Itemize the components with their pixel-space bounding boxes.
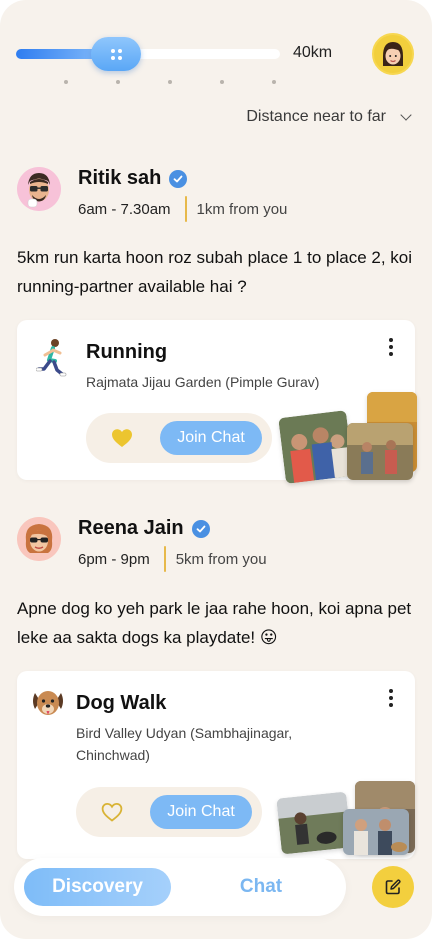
- profile-avatar[interactable]: [372, 33, 414, 75]
- slider-tick: [168, 80, 172, 84]
- activity-photo[interactable]: [276, 791, 352, 855]
- bottom-nav: Discovery Chat: [14, 858, 346, 916]
- slider-thumb[interactable]: [91, 37, 141, 71]
- join-chat-button[interactable]: Join Chat: [150, 795, 252, 829]
- compose-button[interactable]: [372, 866, 414, 908]
- activity-photo[interactable]: [278, 410, 354, 484]
- action-pill: Join Chat: [86, 413, 272, 463]
- heart-filled-icon[interactable]: [111, 428, 133, 448]
- activity-photo[interactable]: [347, 423, 413, 480]
- sort-dropdown[interactable]: Distance near to far: [246, 108, 412, 126]
- slider-ticks: [16, 80, 280, 84]
- post-text: 5km run karta hoon roz subah place 1 to …: [17, 248, 413, 296]
- slider-tick: [220, 80, 224, 84]
- dog-face-icon: [31, 685, 65, 725]
- slider-tick: [272, 80, 276, 84]
- post-header: Ritik sah 6am - 7.30am 1km from you: [17, 167, 287, 222]
- tab-discovery[interactable]: Discovery: [24, 868, 171, 906]
- post-time: 6pm - 9pm: [78, 550, 150, 568]
- activity-card[interactable]: Dog Walk Bird Valley Udyan (Sambhajinaga…: [17, 671, 415, 859]
- author-name[interactable]: Reena Jain: [78, 517, 184, 540]
- activity-location: Bird Valley Udyan (Sambhajinagar, Chinch…: [76, 725, 293, 763]
- activity-title: Running: [86, 341, 168, 363]
- activity-location: Rajmata Jijau Garden (Pimple Gurav): [86, 374, 320, 390]
- man-glasses-avatar-icon: [17, 167, 61, 211]
- tab-chat[interactable]: Chat: [202, 868, 320, 906]
- woman-sunglasses-avatar-icon: [17, 517, 61, 561]
- activity-card[interactable]: Running Rajmata Jijau Garden (Pimple Gur…: [17, 320, 417, 484]
- author-avatar[interactable]: [17, 517, 61, 561]
- heart-outline-icon[interactable]: [101, 802, 123, 822]
- more-options-icon[interactable]: [389, 338, 393, 356]
- author-avatar[interactable]: [17, 167, 61, 211]
- verified-badge-icon: [169, 169, 188, 188]
- compose-icon: [385, 879, 401, 895]
- activity-title: Dog Walk: [76, 692, 167, 714]
- slider-tick: [64, 80, 68, 84]
- author-name[interactable]: Ritik sah: [78, 167, 161, 190]
- distance-slider[interactable]: [16, 34, 280, 84]
- more-options-icon[interactable]: [389, 689, 393, 707]
- chevron-down-icon: [400, 109, 412, 121]
- join-chat-button[interactable]: Join Chat: [160, 421, 262, 455]
- slider-track[interactable]: [16, 49, 280, 59]
- discovery-screen: 40km Distance near to far Ritik sah 6am …: [0, 0, 432, 939]
- sort-label: Distance near to far: [246, 108, 386, 125]
- post-time: 6am - 7.30am: [78, 200, 171, 218]
- runner-icon: [35, 338, 69, 378]
- post-header: Reena Jain 6pm - 9pm 5km from you: [17, 517, 267, 572]
- meta-divider: [163, 546, 166, 572]
- distance-readout: 40km: [293, 44, 333, 61]
- activity-photo[interactable]: [343, 809, 409, 855]
- action-pill: Join Chat: [76, 787, 262, 837]
- meta-divider: [184, 196, 187, 222]
- post-text: Apne dog ko yeh park le jaa rahe hoon, k…: [17, 599, 412, 647]
- woman-avatar-icon: [375, 36, 411, 72]
- slider-tick: [116, 80, 120, 84]
- verified-badge-icon: [191, 519, 210, 538]
- grip-dots-icon: [110, 48, 122, 60]
- post-distance: 1km from you: [196, 200, 288, 218]
- post-distance: 5km from you: [175, 550, 267, 568]
